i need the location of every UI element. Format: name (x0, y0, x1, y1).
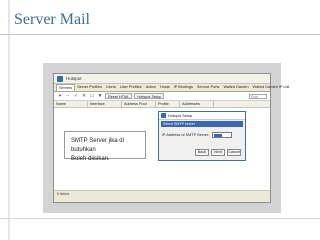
column-profile[interactable]: Profile (156, 101, 180, 107)
tab-walled-garden[interactable]: Walled Garden (221, 84, 250, 91)
tab-walled-garden-ip-list[interactable]: Walled Garden IP List (251, 84, 292, 91)
slide-title: Server Mail (14, 11, 90, 28)
smtp-ip-selection (214, 134, 223, 137)
back-button[interactable]: Back (195, 149, 209, 156)
column-addresses[interactable]: Addresses (180, 101, 214, 107)
slide-footer-rule (0, 218, 320, 219)
note-line-2: Boleh diisikan. (71, 156, 110, 162)
toolbar: + − ✓ ✕ ▭ ▼ Reset HTML Hotspot Setup Fin… (54, 92, 270, 101)
smtp-row: IP Address of SMTP Server: (162, 132, 245, 138)
title-divider (0, 34, 320, 35)
hotspot-setup-dialog: Hotspot Setup Select SMTP server IP Addr… (158, 111, 246, 161)
screenshot-frame: Hotspot Servers Server Profiles Users Us… (43, 63, 289, 213)
cancel-button[interactable]: Cancel (227, 149, 241, 156)
table-header: Name Interface Address Pool Profile Addr… (54, 101, 270, 108)
hotspot-window: Hotspot Servers Server Profiles Users Us… (53, 73, 289, 203)
dialog-buttons: Back Next Cancel (195, 149, 241, 156)
reset-html-button[interactable]: Reset HTML (105, 93, 133, 99)
filter-icon[interactable]: ▼ (97, 93, 103, 99)
status-bar: 0 items (54, 190, 270, 196)
tab-users[interactable]: Users (104, 84, 118, 91)
dialog-step-banner: Select SMTP server (161, 121, 243, 127)
dialog-titlebar: Hotspot Setup (159, 112, 245, 120)
next-button[interactable]: Next (211, 149, 225, 156)
app-icon (57, 75, 63, 82)
annotation-note: SMTP Server jika di butuhkan Boleh diisi… (64, 131, 146, 162)
column-name[interactable]: Name (54, 101, 88, 107)
comment-icon[interactable]: ▭ (89, 93, 95, 99)
tab-hosts[interactable]: Hosts (158, 84, 172, 91)
tab-service-ports[interactable]: Service Ports (195, 84, 222, 91)
tab-active[interactable]: Active (144, 84, 158, 91)
column-interface[interactable]: Interface (88, 101, 122, 107)
tab-ip-bindings[interactable]: IP Bindings (172, 84, 195, 91)
slide-side-rule (8, 0, 10, 240)
smtp-ip-input[interactable] (212, 132, 233, 138)
dialog-title: Hotspot Setup (168, 113, 193, 118)
remove-icon[interactable]: − (65, 93, 71, 99)
hotspot-setup-button[interactable]: Hotspot Setup (134, 93, 165, 99)
tab-bar: Servers Server Profiles Users User Profi… (54, 84, 289, 92)
tab-servers[interactable]: Servers (56, 84, 76, 91)
find-input[interactable]: Find (249, 93, 267, 99)
tab-user-profiles[interactable]: User Profiles (118, 84, 144, 91)
window-title: Hotspot (66, 76, 82, 81)
note-line-1: SMTP Server jika di butuhkan (71, 138, 124, 153)
add-icon[interactable]: + (57, 93, 63, 99)
column-address-pool[interactable]: Address Pool (122, 101, 156, 107)
tab-server-profiles[interactable]: Server Profiles (75, 84, 104, 91)
enable-icon[interactable]: ✓ (73, 93, 79, 99)
disable-icon[interactable]: ✕ (81, 93, 87, 99)
window-titlebar: Hotspot (54, 74, 270, 84)
dialog-icon (161, 113, 166, 118)
smtp-label: IP Address of SMTP Server: (162, 133, 210, 137)
